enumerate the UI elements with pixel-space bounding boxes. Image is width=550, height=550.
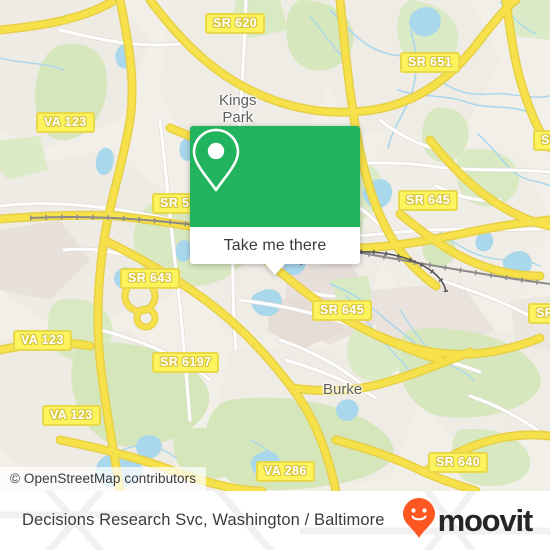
road-shield: SR 645 [312, 300, 373, 321]
road-shield: SR [528, 303, 550, 324]
road-shield: SR [533, 130, 550, 151]
moovit-brand[interactable]: moovit [402, 491, 534, 550]
callout-marker-panel [190, 126, 360, 227]
road-shield: SR 643 [120, 268, 181, 289]
place-label-line: Kings [219, 92, 257, 109]
location-title: Decisions Research Svc, Washington / Bal… [22, 511, 385, 529]
moovit-wordmark: moovit [437, 503, 534, 538]
take-me-there-button[interactable]: Take me there [190, 227, 360, 264]
footer-bar: Decisions Research Svc, Washington / Bal… [0, 491, 550, 550]
place-label-line: Park [222, 109, 254, 126]
map-canvas[interactable]: .rdM{stroke:#f7e14a;stroke-linecap:round… [0, 0, 550, 491]
moovit-map-screenshot: .rdM{stroke:#f7e14a;stroke-linecap:round… [0, 0, 550, 550]
callout-pointer [265, 264, 285, 275]
place-label-burke: Burke [323, 381, 363, 398]
road-shield: VA 286 [256, 461, 315, 482]
moovit-pin-smiley-icon [402, 497, 436, 544]
road-shield: SR 645 [398, 190, 459, 211]
road-shield: SR 6197 [152, 352, 220, 373]
osm-attribution[interactable]: © OpenStreetMap contributors [0, 467, 207, 491]
location-callout[interactable]: Take me there [190, 126, 360, 275]
road-shield: SR 651 [400, 52, 461, 73]
take-me-there-label: Take me there [223, 236, 327, 254]
road-shield: VA 123 [36, 112, 95, 133]
road-shield: VA 123 [13, 330, 72, 351]
road-shield: SR 620 [205, 13, 266, 34]
road-shield: SR 640 [428, 452, 489, 473]
road-shield: VA 123 [42, 405, 101, 426]
